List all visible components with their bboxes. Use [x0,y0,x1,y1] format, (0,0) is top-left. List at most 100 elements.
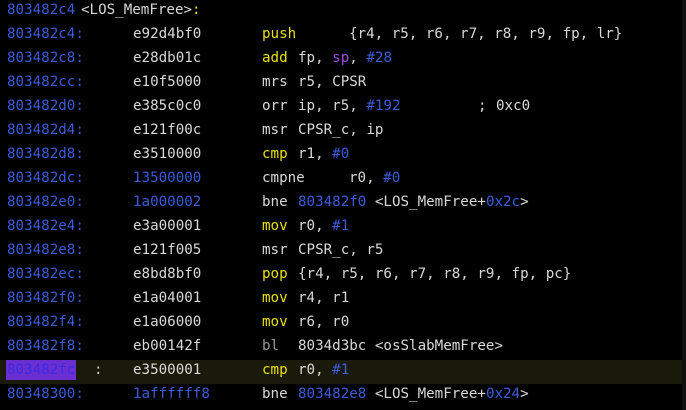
branch-symbol-offset: 0x24 [485,386,521,402]
branch-symbol-close: > [520,386,529,402]
instruction-address[interactable]: 803482c8: [7,48,84,68]
instruction-bytes: e121f00c [133,122,202,138]
instruction-operands: CPSR_c, ip [298,122,384,138]
instruction-address[interactable]: 80348300: [7,384,84,404]
instruction-mnemonic: bne [262,386,288,402]
instruction-row[interactable]: 803482cc: e10f5000 mrs r5, CPSR [0,72,686,96]
instruction-operands: fp, sp, #28 [298,48,392,68]
branch-target-link[interactable]: 803482f0 [298,194,366,210]
instruction-bytes: e10f5000 [133,74,202,90]
operand-register: r0, [298,362,333,378]
instruction-mnemonic: bl [262,338,280,354]
instruction-bytes: eb00142f [133,338,202,354]
instruction-address[interactable]: 803482d4: [7,120,84,140]
instruction-address[interactable]: 803482dc: [7,168,84,188]
instruction-row[interactable]: 803482d8: e3510000 cmp r1, #0 [0,144,686,168]
comment-marker: ; [478,98,487,114]
operand-immediate: #1 [332,218,350,234]
operand-immediate: #192 [366,98,401,114]
instruction-operands: r6, r0 [298,314,350,330]
instruction-bytes: e92d4bf0 [133,26,202,42]
instruction-operands: ip, r5, #192 [298,96,401,116]
instruction-mnemonic: cmp [262,362,288,378]
disassembly-view[interactable]: 803482c4 <LOS_MemFree>: 803482c4: e92d4bf… [0,0,686,410]
instruction-mnemonic: msr [262,122,288,138]
call-target-symbol: <osSlabMemFree> [374,338,504,354]
instruction-operands: {r4, r5, r6, r7, r8, r9, fp, lr} [349,26,623,42]
instruction-bytes: e1a06000 [133,314,202,330]
instruction-bytes: e28db01c [133,50,202,66]
instruction-address[interactable]: 803482cc: [7,72,84,92]
operand-immediate: #0 [383,170,401,186]
branch-symbol: <LOS_MemFree+ [374,194,486,210]
instruction-row[interactable]: 803482f8: eb00142f bl 8034d3bc <osSlabMe… [0,336,686,360]
instruction-address[interactable]: 803482d8: [7,144,84,164]
current-address-text: 803482fc [7,362,76,378]
instruction-row[interactable]: 803482dc: 13500000 cmpne r0, #0 [0,168,686,192]
instruction-bytes: 1a000002 [133,194,202,210]
instruction-address[interactable]: 803482e8: [7,240,84,260]
instruction-bytes: e3510000 [133,146,202,162]
instruction-mnemonic: bne [262,194,288,210]
instruction-bytes: e3500001 [133,362,202,378]
instruction-address[interactable]: 803482f8: [7,336,84,356]
instruction-mnemonic: msr [262,242,288,258]
current-instruction-address[interactable]: 803482fc [6,360,77,380]
function-label-colon: : [192,2,201,18]
instruction-operands: 8034d3bc <osSlabMemFree> [298,336,503,356]
instruction-row[interactable]: 803482e4: e3a00001 mov r0, #1 [0,216,686,240]
branch-symbol-offset: 0x2c [485,194,521,210]
vertical-scrollbar[interactable] [682,0,686,410]
instruction-bytes: e1a04001 [133,290,202,306]
function-header: 803482c4 <LOS_MemFree>: [0,0,686,24]
instruction-mnemonic: orr [262,98,288,114]
instruction-row[interactable]: 803482c8: e28db01c add fp, sp, #28 [0,48,686,72]
instruction-operands: r4, r1 [298,290,350,306]
current-instruction-row[interactable]: 803482fc: e3500001 cmp r0, #1 [0,360,686,384]
instruction-mnemonic: cmpne [262,170,305,186]
instruction-bytes: 13500000 [133,170,202,186]
instruction-operands: 803482f0 <LOS_MemFree+0x2c> [298,192,529,212]
operand-register: r1, [298,146,333,162]
instruction-bytes: e8bd8bf0 [133,266,202,282]
instruction-row[interactable]: 803482ec: e8bd8bf0 pop {r4, r5, r6, r7, … [0,264,686,288]
instruction-mnemonic: add [262,50,288,66]
instruction-address[interactable]: 803482f0: [7,288,84,308]
instruction-row[interactable]: 803482f4: e1a06000 mov r6, r0 [0,312,686,336]
instruction-bytes: e385c0c0 [133,98,202,114]
instruction-address[interactable]: 803482e0: [7,192,84,212]
instruction-address[interactable]: 803482d0: [7,96,84,116]
instruction-row[interactable]: 803482e8: e121f005 msr CPSR_c, r5 [0,240,686,264]
instruction-row[interactable]: 803482d0: e385c0c0 orr ip, r5, #192 ; 0x… [0,96,686,120]
operand-immediate: #1 [332,362,350,378]
instruction-row[interactable]: 803482e0: 1a000002 bne 803482f0 <LOS_Mem… [0,192,686,216]
instruction-operands: r5, CPSR [298,74,367,90]
instruction-mnemonic: cmp [262,146,288,162]
function-label[interactable]: <LOS_MemFree> [81,2,192,18]
instruction-bytes: 1affffff8 [133,386,210,402]
instruction-address[interactable]: 803482e4: [7,216,84,236]
operand-immediate: #28 [366,50,392,66]
instruction-address[interactable]: 803482f4: [7,312,84,332]
instruction-operands: {r4, r5, r6, r7, r8, r9, fp, pc} [298,266,572,282]
address-colon: : [94,362,103,378]
instruction-mnemonic: mov [262,314,288,330]
operand-separator: , [349,50,367,66]
operand-sp: sp [332,50,350,66]
instruction-operands: r0, #1 [298,360,349,380]
instruction-row[interactable]: 803482d4: e121f00c msr CPSR_c, ip [0,120,686,144]
instruction-operands: 803482e8 <LOS_MemFree+0x24> [298,384,529,404]
instruction-mnemonic: mrs [262,74,288,90]
comment-value: 0xc0 [496,98,531,114]
branch-target-link[interactable]: 803482e8 [298,386,366,402]
instruction-address[interactable]: 803482ec: [7,264,84,284]
call-target-address[interactable]: 8034d3bc [298,338,366,354]
branch-symbol-close: > [520,194,529,210]
instruction-bytes: e3a00001 [133,218,202,234]
instruction-row[interactable]: 803482f0: e1a04001 mov r4, r1 [0,288,686,312]
instruction-address[interactable]: 803482c4: [7,24,84,44]
instruction-row[interactable]: 803482c4: e92d4bf0 push {r4, r5, r6, r7,… [0,24,686,48]
instruction-row[interactable]: 80348300: 1affffff8 bne 803482e8 <LOS_Me… [0,384,686,408]
function-address[interactable]: 803482c4 [7,0,75,20]
instruction-bytes: e121f005 [133,242,202,258]
